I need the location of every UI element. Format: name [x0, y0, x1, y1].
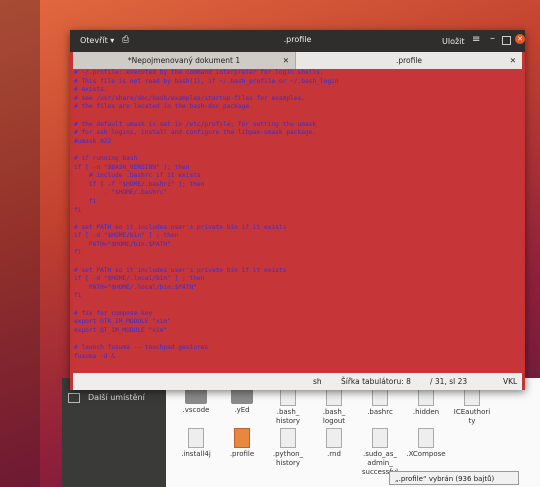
- insert-mode: VKL: [503, 377, 518, 386]
- file-icon: [188, 428, 204, 448]
- file-item[interactable]: .hidden: [404, 386, 448, 417]
- code-line: fi: [74, 206, 82, 214]
- file-item[interactable]: .python_ history: [266, 428, 310, 468]
- tab-label: .profile: [395, 56, 423, 65]
- file-name: .hidden: [412, 408, 440, 416]
- code-line: # the default umask is set in /etc/profi…: [74, 120, 317, 128]
- hamburger-menu-icon[interactable]: ≡: [472, 34, 480, 45]
- tab-untitled-document[interactable]: *Nepojmenovaný dokument 1 ✕: [73, 52, 296, 69]
- status-bar: sh Šířka tabulátoru: 8 / 31, sl 23 VKL: [73, 373, 522, 390]
- code-line: # for ssh logins, install and configure …: [74, 129, 317, 137]
- file-item[interactable]: .install4j: [174, 428, 218, 459]
- file-item[interactable]: .vscode: [174, 386, 218, 415]
- sidebar-item-other-locations[interactable]: Další umístění: [62, 388, 166, 408]
- file-item[interactable]: ICEauthori ty: [450, 386, 494, 426]
- text-editor-area[interactable]: # ~/.profile: executed by the command in…: [73, 69, 523, 373]
- code-line: # include .bashrc if it exists: [74, 172, 201, 180]
- code-line: # ~/.profile: executed by the command in…: [74, 69, 324, 76]
- code-line: if [ -d "$HOME/bin" ] ; then: [74, 232, 179, 240]
- code-line: fusuma -d &: [74, 352, 115, 360]
- code-line: #umask 022: [74, 137, 112, 145]
- save-button[interactable]: Uložit: [442, 37, 465, 46]
- code-line: . "$HOME/.bashrc": [74, 189, 168, 197]
- code-line: # set PATH so it includes user's private…: [74, 266, 287, 274]
- file-name: .XCompose: [406, 450, 446, 458]
- file-icon: [418, 428, 434, 448]
- file-name: .rnd: [327, 450, 341, 458]
- file-manager-sidebar: Další umístění: [62, 378, 166, 487]
- tab-close-icon[interactable]: ✕: [283, 52, 289, 69]
- maximize-icon[interactable]: [502, 36, 511, 45]
- code-line: fi: [74, 197, 97, 205]
- selection-status-tooltip: „.profile“ vybrán (936 bajtů): [389, 471, 519, 485]
- code-line: # exists.: [74, 86, 108, 94]
- file-manager-window: Další umístění .vscode .yEd .bash_ history…: [62, 378, 540, 487]
- launcher-dock: [0, 0, 40, 487]
- gedit-window: Otevřít ▾ ⎙ .profile Uložit ≡ – ✕ *Nepoj…: [70, 30, 525, 390]
- code-line: if [ -f "$HOME/.bashrc" ]; then: [74, 180, 205, 188]
- file-icon: [372, 428, 388, 448]
- file-item[interactable]: .bash_ logout: [312, 386, 356, 426]
- file-item[interactable]: .yEd: [220, 386, 264, 415]
- file-name: .bash_ history: [275, 408, 301, 425]
- file-name: .vscode: [182, 406, 210, 414]
- code-line: PATH="$HOME/bin:$PATH": [74, 240, 171, 248]
- code-line: if [ -n "$BASH_VERSION" ]; then: [74, 163, 190, 171]
- file-name: .bashrc: [367, 408, 393, 416]
- file-icon: [280, 428, 296, 448]
- tab-width-selector[interactable]: Šířka tabulátoru: 8: [341, 377, 411, 386]
- tab-close-icon[interactable]: ✕: [510, 52, 516, 69]
- code-line: # set PATH so it includes user's private…: [74, 223, 287, 231]
- code-line: # fix for compose key: [74, 309, 153, 317]
- file-name: ICEauthori ty: [453, 408, 491, 425]
- text-file-icon: [234, 428, 250, 448]
- tab-bar: *Nepojmenovaný dokument 1 ✕ .profile ✕: [73, 52, 522, 69]
- file-name: .yEd: [234, 406, 250, 414]
- code-line: # the files are located in the bash-doc …: [74, 103, 253, 111]
- file-item[interactable]: .rnd: [312, 428, 356, 459]
- code-line: if [ -d "$HOME/.local/bin" ] ; then: [74, 275, 205, 283]
- tab-label: *Nepojmenovaný dokument 1: [127, 56, 241, 65]
- file-item[interactable]: .XCompose: [404, 428, 448, 459]
- sidebar-item-label: Další umístění: [88, 393, 145, 402]
- code-line: export QT_IM_MODULE "xim": [74, 326, 168, 334]
- file-icon: [326, 428, 342, 448]
- headerbar: Otevřít ▾ ⎙ .profile Uložit ≡ – ✕: [70, 30, 525, 52]
- file-name: .python_ history: [272, 450, 304, 467]
- file-item[interactable]: .profile: [220, 428, 264, 459]
- file-item[interactable]: .sudo_as_ admin_ successful: [358, 428, 402, 477]
- code-line: PATH="$HOME/.local/bin:$PATH": [74, 283, 197, 291]
- cursor-position: / 31, sl 23: [430, 377, 468, 386]
- code-line: # if running bash: [74, 154, 138, 162]
- file-item[interactable]: .bashrc: [358, 386, 402, 417]
- file-name: .profile: [229, 450, 255, 458]
- code-line: # see /usr/share/doc/bash/examples/start…: [74, 94, 305, 102]
- code-line: fi: [74, 292, 82, 300]
- tab-profile[interactable]: .profile ✕: [296, 52, 522, 69]
- code-line: # This file is not read by bash(1), if ~…: [74, 77, 339, 85]
- file-name: .bash_ logout: [322, 408, 346, 425]
- file-name: .install4j: [181, 450, 211, 458]
- close-icon[interactable]: ✕: [515, 34, 525, 44]
- minimize-icon[interactable]: –: [490, 33, 495, 44]
- code-line: # launch fusuma -- touchpad gestures: [74, 344, 209, 351]
- code-line: fi: [74, 249, 82, 257]
- plus-icon: [68, 392, 80, 403]
- file-item[interactable]: .bash_ history: [266, 386, 310, 426]
- code-line: export GTK_IM_MODULE "xim": [74, 318, 171, 326]
- language-selector[interactable]: sh: [313, 377, 322, 386]
